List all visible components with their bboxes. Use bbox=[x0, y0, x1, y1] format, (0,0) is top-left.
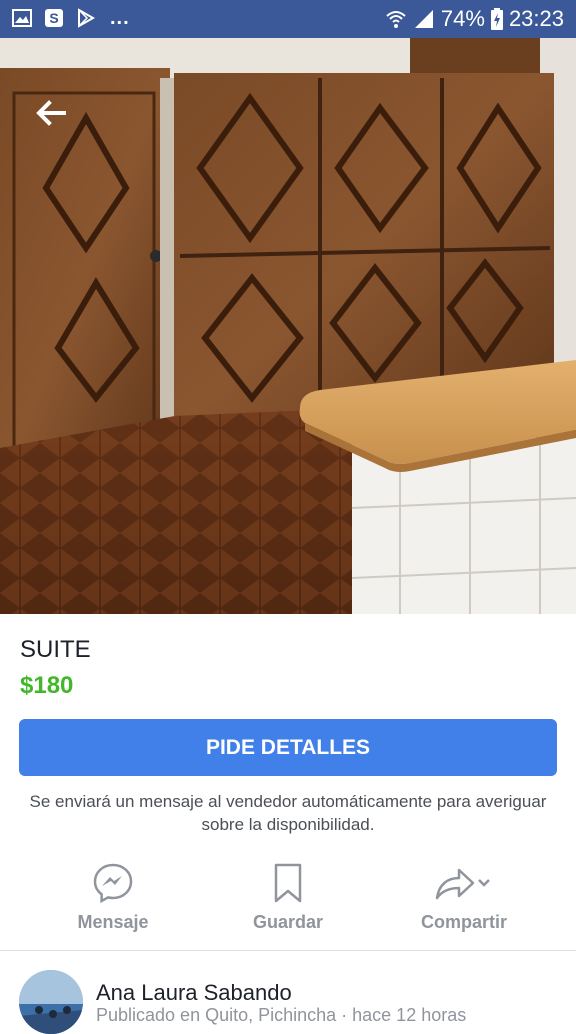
back-arrow-icon[interactable] bbox=[36, 100, 66, 126]
chevron-down-icon bbox=[478, 879, 490, 887]
avatar-photo bbox=[19, 970, 83, 1034]
seller-meta: Publicado en Quito, Pichincha · hace 12 … bbox=[96, 1005, 467, 1025]
divider bbox=[0, 950, 576, 951]
share-label: Compartir bbox=[420, 912, 507, 932]
image-icon bbox=[12, 9, 32, 27]
listing-photo[interactable] bbox=[0, 38, 576, 614]
play-store-icon bbox=[78, 8, 96, 28]
battery-icon bbox=[490, 8, 503, 30]
seller-name[interactable]: Ana Laura Sabando bbox=[96, 980, 292, 1006]
more-notifications-indicator: ... bbox=[110, 7, 130, 29]
save-action[interactable]: Guardar bbox=[208, 858, 368, 948]
listing-title: SUITE bbox=[20, 636, 91, 663]
seller-avatar[interactable] bbox=[19, 970, 83, 1034]
share-icon bbox=[435, 868, 490, 900]
message-action[interactable]: Mensaje bbox=[33, 858, 193, 948]
save-label: Guardar bbox=[252, 912, 324, 932]
bookmark-icon bbox=[274, 863, 302, 903]
skype-icon: S bbox=[45, 9, 63, 27]
svg-text:S: S bbox=[49, 10, 58, 26]
status-bar: S ... 74% 23:23 bbox=[0, 0, 576, 38]
wifi-icon bbox=[386, 11, 406, 28]
signal-icon bbox=[414, 10, 433, 28]
messenger-icon bbox=[93, 863, 133, 904]
photo-scene bbox=[0, 38, 576, 614]
listing-price: $180 bbox=[20, 672, 74, 699]
share-action[interactable]: Compartir bbox=[384, 858, 544, 948]
battery-percent: 74% bbox=[440, 6, 485, 31]
action-bar: Mensaje Guardar Compartir bbox=[0, 858, 576, 948]
ask-details-button[interactable]: PIDE DETALLES bbox=[19, 719, 557, 776]
message-label: Mensaje bbox=[77, 912, 149, 932]
auto-message-notice: Se enviará un mensaje al vendedor automá… bbox=[29, 792, 547, 834]
clock: 23:23 bbox=[508, 6, 564, 31]
